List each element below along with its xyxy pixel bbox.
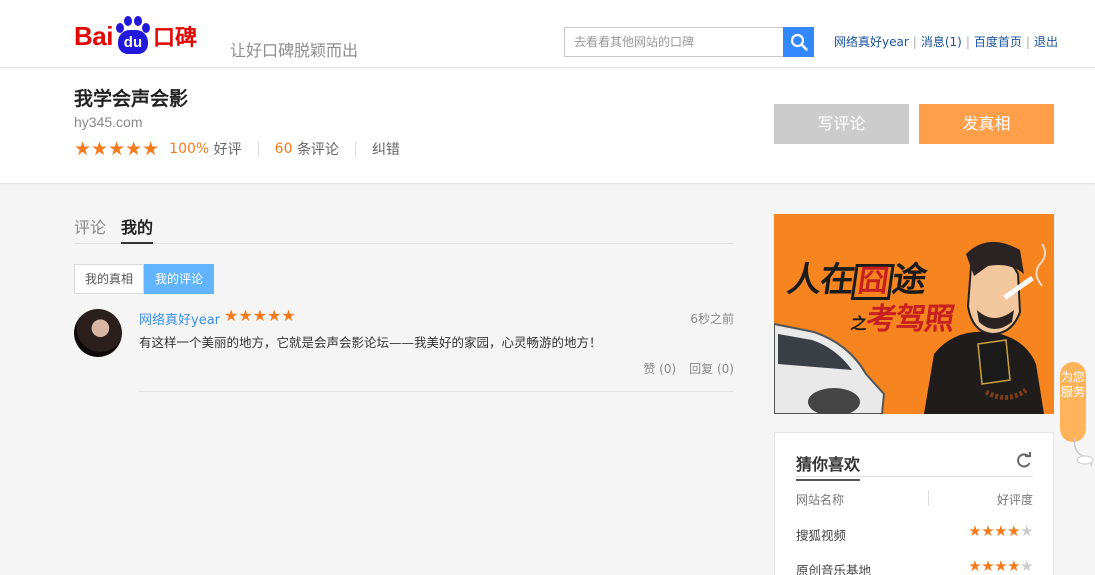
divider: | <box>1025 35 1030 49</box>
review-actions: 赞 (0) 回复 (0) <box>630 360 734 377</box>
recommend-row[interactable]: 原创音乐基地 ★★★★★ <box>796 557 1033 575</box>
logo-bai-text: Bai <box>74 20 113 51</box>
post-truth-button[interactable]: 发真相 <box>919 104 1054 144</box>
customer-service-badge[interactable]: 为您服务 <box>1060 362 1086 442</box>
write-review-button[interactable]: 写评论 <box>774 104 909 144</box>
recommend-header: 网站名称 好评度 <box>796 490 1033 508</box>
col-site-name: 网站名称 <box>796 493 845 507</box>
top-header: Bai du 口碑 让好口碑脱颖而出 网络真好year|消息(1)|百度首页|退… <box>0 0 1095 68</box>
review-count-value[interactable]: 60 <box>275 141 293 157</box>
ad-subline: 之考驾照 <box>849 294 957 338</box>
subtab-my-truths[interactable]: 我的真相 <box>74 264 144 294</box>
refresh-icon[interactable] <box>1015 452 1032 469</box>
stars-filled: ★★★★ <box>968 522 1021 540</box>
search-button[interactable] <box>783 27 814 57</box>
correction-link[interactable]: 纠错 <box>372 139 400 159</box>
badge-tail-icon <box>1073 438 1094 467</box>
baidu-home-link[interactable]: 百度首页 <box>974 35 1022 49</box>
review-count-label[interactable]: 条评论 <box>297 139 339 159</box>
review-item: 网络真好year ★★★★★ 6秒之前 有这样一个美丽的地方，它就是会声会影论坛… <box>74 306 734 393</box>
ad-line2: 考驾照 <box>864 302 956 337</box>
logo-du-text: du <box>117 30 148 54</box>
divider <box>139 391 734 392</box>
ad-line1: 人在 <box>784 260 857 300</box>
logo-koubei-text: 口碑 <box>152 26 197 51</box>
main-tabs: 评论 我的 <box>74 218 734 244</box>
review-time: 6秒之前 <box>690 312 734 326</box>
review-text: 有这样一个美丽的地方，它就是会声会影论坛——我美好的家园，心灵畅游的地方！ <box>139 335 602 350</box>
recommend-row[interactable]: 搜狐视频 ★★★★★ <box>796 522 1033 544</box>
site-info-panel: 我学会声会影 hy345.com ★★★★★ 100% 好评 60 条评论 纠错… <box>0 69 1095 184</box>
recommend-site-name[interactable]: 原创音乐基地 <box>796 563 871 575</box>
avatar[interactable] <box>74 309 122 357</box>
baidu-koubei-logo[interactable]: Bai du 口碑 <box>74 14 197 58</box>
stars-filled: ★★★★ <box>968 557 1021 575</box>
paw-icon: du <box>114 16 152 56</box>
search-icon <box>790 33 808 51</box>
slogan: 让好口碑脱颖而出 <box>230 41 359 60</box>
username-link[interactable]: 网络真好year <box>834 35 909 49</box>
good-rate-value: 100% <box>169 141 210 157</box>
divider <box>928 490 929 506</box>
sub-tabs: 我的真相 我的评论 <box>74 264 214 294</box>
rating-stars-icon: ★★★★★ <box>968 557 1033 575</box>
stars-empty: ★ <box>1020 522 1033 540</box>
messages-link[interactable]: 消息(1) <box>921 35 962 49</box>
divider: | <box>912 35 917 49</box>
logout-link[interactable]: 退出 <box>1034 35 1058 49</box>
divider <box>354 141 356 157</box>
ad-banner[interactable]: 人在囧途 之考驾照 <box>774 214 1054 414</box>
divider <box>257 141 259 157</box>
reply-button[interactable]: 回复 (0) <box>689 362 734 376</box>
divider <box>796 476 1033 477</box>
site-stats: ★★★★★ 100% 好评 60 条评论 纠错 <box>74 138 400 160</box>
search-input[interactable] <box>565 28 784 56</box>
rating-stars-icon: ★★★★★ <box>968 522 1033 540</box>
review-stars-icon: ★★★★★ <box>224 306 296 325</box>
search-box <box>564 27 814 57</box>
divider: | <box>965 35 970 49</box>
col-rating: 好评度 <box>996 493 1033 507</box>
site-domain: hy345.com <box>74 114 143 130</box>
good-rate-label: 好评 <box>213 142 242 158</box>
review-username[interactable]: 网络真好year <box>139 309 220 328</box>
site-title: 我学会声会影 <box>74 88 189 110</box>
stars-empty: ★ <box>1020 557 1033 575</box>
tab-reviews[interactable]: 评论 <box>74 218 106 244</box>
recommend-panel: 猜你喜欢 网站名称 好评度 搜狐视频 ★★★★★ 原创音乐基地 ★★★★★ <box>774 432 1054 575</box>
tab-mine[interactable]: 我的 <box>121 218 154 244</box>
subtab-my-reviews[interactable]: 我的评论 <box>144 264 214 294</box>
like-button[interactable]: 赞 (0) <box>643 362 676 376</box>
user-links: 网络真好year | 消息(1) | 百度首页 | 退出 <box>834 33 1058 50</box>
rating-stars-icon: ★★★★★ <box>74 138 160 160</box>
recommend-site-name[interactable]: 搜狐视频 <box>796 528 846 543</box>
